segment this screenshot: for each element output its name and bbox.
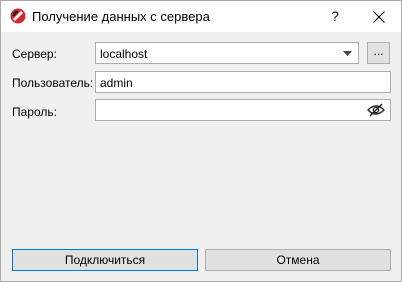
user-value: admin [100,76,133,90]
close-button[interactable] [356,1,401,32]
server-browse-button[interactable]: ... [367,42,390,64]
user-label: Пользователь: [12,76,94,90]
server-combobox[interactable]: localhost [95,42,359,64]
connect-button[interactable]: Подключиться [12,249,198,271]
close-icon [373,11,385,23]
password-label: Пароль: [12,105,57,119]
chevron-down-icon [343,51,352,56]
title-bar: Получение данных с сервера ? [1,1,401,32]
cancel-button[interactable]: Отмена [205,249,391,271]
app-logo-icon [10,8,26,24]
password-input[interactable] [95,99,391,121]
eye-slash-icon[interactable] [367,103,385,117]
dialog-window: Получение данных с сервера ? Сервер: loc… [0,0,402,282]
help-button[interactable]: ? [315,1,355,32]
server-value: localhost [100,47,148,61]
window-title: Получение данных с сервера [32,9,210,24]
user-input[interactable]: admin [95,71,391,93]
server-label: Сервер: [12,47,57,61]
